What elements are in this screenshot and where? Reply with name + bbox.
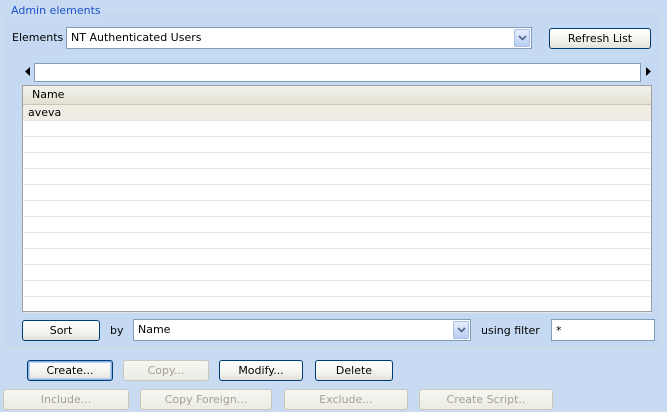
list-item[interactable]: aveva — [23, 105, 651, 121]
list-item[interactable] — [23, 233, 651, 249]
exclude-button[interactable]: Exclude... — [284, 389, 408, 410]
arrow-right-icon[interactable] — [644, 66, 653, 77]
modify-button[interactable]: Modify... — [219, 360, 303, 381]
list-item[interactable] — [23, 153, 651, 169]
elements-dropdown-value: NT Authenticated Users — [71, 31, 202, 44]
elements-dropdown[interactable]: NT Authenticated Users — [66, 27, 532, 49]
delete-button[interactable]: Delete — [315, 360, 393, 381]
list-item[interactable] — [23, 121, 651, 137]
elements-list[interactable]: Name aveva — [22, 85, 652, 313]
column-header-name[interactable]: Name — [23, 86, 651, 105]
list-item[interactable] — [23, 217, 651, 233]
list-item[interactable] — [23, 137, 651, 153]
list-item[interactable] — [23, 297, 651, 313]
chevron-down-icon[interactable] — [514, 29, 530, 47]
chevron-down-icon[interactable] — [453, 321, 469, 339]
using-filter-label: using filter — [481, 324, 540, 337]
elements-label: Elements — [12, 31, 64, 44]
create-button[interactable]: Create... — [27, 360, 113, 381]
list-item-label: aveva — [28, 106, 62, 119]
list-item[interactable] — [23, 201, 651, 217]
sort-button[interactable]: Sort — [22, 320, 100, 341]
copy-button[interactable]: Copy... — [123, 360, 209, 381]
create-script-button[interactable]: Create Script.. — [419, 389, 553, 410]
filter-input-value: * — [556, 324, 562, 337]
list-item[interactable] — [23, 185, 651, 201]
arrow-left-icon[interactable] — [23, 66, 32, 77]
list-item[interactable] — [23, 265, 651, 281]
by-label: by — [110, 324, 124, 337]
sort-by-value: Name — [138, 323, 171, 336]
list-item[interactable] — [23, 281, 651, 297]
include-button[interactable]: Include... — [3, 389, 129, 410]
group-title: Admin elements — [9, 4, 103, 18]
list-item[interactable] — [23, 249, 651, 265]
refresh-list-button[interactable]: Refresh List — [549, 28, 651, 49]
list-item[interactable] — [23, 169, 651, 185]
filter-input[interactable]: * — [551, 319, 655, 341]
copy-foreign-button[interactable]: Copy Foreign... — [140, 389, 272, 410]
horizontal-scroll-track[interactable] — [34, 63, 641, 82]
sort-by-dropdown[interactable]: Name — [133, 319, 471, 341]
